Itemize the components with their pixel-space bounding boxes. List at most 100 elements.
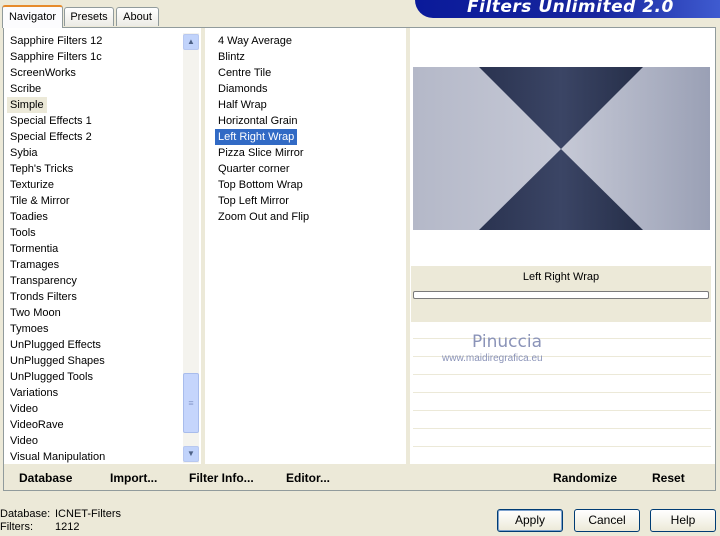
preview-filter-name: Left Right Wrap [522,271,600,283]
category-item-label: Tools [10,227,36,239]
category-item[interactable]: Toadies [7,209,182,225]
cancel-button[interactable]: Cancel [574,509,640,532]
category-item[interactable]: Scribe [7,81,182,97]
tab-about[interactable]: About [116,7,159,26]
filter-item[interactable]: Zoom Out and Flip [215,209,400,225]
category-item[interactable]: UnPlugged Tools [7,369,182,385]
scroll-thumb[interactable]: ≡ [183,373,199,433]
category-item-label: Variations [10,387,59,399]
filter-item[interactable]: Centre Tile [215,65,400,81]
category-item-label: Simple [7,97,47,113]
database-label: Database: [0,508,51,520]
filter-item-label: Top Left Mirror [218,195,289,207]
category-item-label: Scribe [10,83,42,95]
editor-button[interactable]: Editor... [286,471,330,485]
category-item[interactable]: Tormentia [7,241,182,257]
filter-item-label: Horizontal Grain [218,115,298,127]
category-item[interactable]: Sapphire Filters 1c [7,49,182,65]
filter-item-label: Diamonds [218,83,268,95]
filter-item[interactable]: Horizontal Grain [215,113,400,129]
category-item[interactable]: Video [7,401,182,417]
category-item-label: Tile & Mirror [10,195,70,207]
category-item-label: Visual Manipulation [10,451,106,463]
reset-button[interactable]: Reset [652,471,685,485]
filters-label: Filters: [0,521,33,533]
category-item[interactable]: Simple [7,97,182,113]
param-row-line [413,374,711,375]
filter-item[interactable]: Top Left Mirror [215,193,400,209]
filter-item[interactable]: Half Wrap [215,97,400,113]
category-item[interactable]: Transparency [7,273,182,289]
category-item[interactable]: VideoRave [7,417,182,433]
filter-item[interactable]: 4 Way Average [215,33,400,49]
filter-item[interactable]: Diamonds [215,81,400,97]
database-button[interactable]: Database [19,471,72,485]
import-button[interactable]: Import... [110,471,157,485]
filter-item[interactable]: Quarter corner [215,161,400,177]
randomize-button[interactable]: Randomize [553,471,617,485]
preview-image [413,67,710,230]
category-item[interactable]: UnPlugged Shapes [7,353,182,369]
category-item[interactable]: Tools [7,225,182,241]
filter-item-label: Centre Tile [218,67,272,79]
scroll-up-button[interactable]: ▲ [183,34,199,50]
watermark-name: Pinuccia [472,332,542,352]
param-row-line [413,428,711,429]
scroll-down-button[interactable]: ▼ [183,446,199,462]
category-item-label: Teph's Tricks [10,163,74,175]
category-item[interactable]: Special Effects 1 [7,113,182,129]
category-item-label: UnPlugged Shapes [10,355,105,367]
filter-info-button[interactable]: Filter Info... [189,471,254,485]
category-item-label: ScreenWorks [10,67,76,79]
category-item[interactable]: Tramages [7,257,182,273]
param-row-line [413,446,711,447]
category-item[interactable]: ScreenWorks [7,65,182,81]
filter-preview [413,67,710,230]
tab-presets[interactable]: Presets [64,7,114,26]
category-item[interactable]: Sybia [7,145,182,161]
filter-item-label: Quarter corner [218,163,290,175]
column-divider [406,28,410,464]
filter-item-label: Top Bottom Wrap [218,179,303,191]
apply-button[interactable]: Apply [497,509,563,532]
filter-item[interactable]: Top Bottom Wrap [215,177,400,193]
category-item-label: Tymoes [10,323,49,335]
category-item[interactable]: Two Moon [7,305,182,321]
tab-navigator[interactable]: Navigator [2,5,63,28]
app-title-banner: Filters Unlimited 2.0 [415,0,720,18]
filter-item-label: Blintz [218,51,245,63]
category-item[interactable]: Teph's Tricks [7,161,182,177]
filter-item[interactable]: Blintz [215,49,400,65]
category-item[interactable]: Variations [7,385,182,401]
category-item-label: Tramages [10,259,60,271]
param-row-line [413,410,711,411]
filter-item-label: Zoom Out and Flip [218,211,310,223]
category-item[interactable]: Tronds Filters [7,289,182,305]
category-item[interactable]: Sapphire Filters 12 [7,33,182,49]
category-item[interactable]: UnPlugged Effects [7,337,182,353]
category-list[interactable]: Sapphire Filters 12 Sapphire Filters 1c Sc… [7,33,182,465]
category-item-label: Tormentia [10,243,59,255]
category-item[interactable]: Tile & Mirror [7,193,182,209]
category-item-label: Sapphire Filters 1c [10,51,102,63]
filter-list[interactable]: 4 Way Average Blintz Centre Tile Diamonds Ha… [215,33,400,225]
progress-bar [413,291,709,299]
category-item-label: Tronds Filters [10,291,77,303]
filter-item-label: 4 Way Average [218,35,292,47]
filter-item-label: Half Wrap [218,99,267,111]
help-button[interactable]: Help [650,509,716,532]
category-item[interactable]: Tymoes [7,321,182,337]
filter-item[interactable]: Left Right Wrap [215,129,400,145]
category-item[interactable]: Video [7,433,182,449]
category-item-label: Texturize [10,179,55,191]
category-item[interactable]: Special Effects 2 [7,129,182,145]
category-item-label: Video [10,435,38,447]
category-item-label: Transparency [10,275,77,287]
category-item[interactable]: Visual Manipulation [7,449,182,465]
category-item-label: Sapphire Filters 12 [10,35,103,47]
category-item[interactable]: Texturize [7,177,182,193]
category-item-label: Video [10,403,38,415]
filters-count: 1212 [55,521,80,533]
category-scrollbar[interactable]: ▲ ≡ ▼ [183,33,199,463]
filter-item[interactable]: Pizza Slice Mirror [215,145,400,161]
